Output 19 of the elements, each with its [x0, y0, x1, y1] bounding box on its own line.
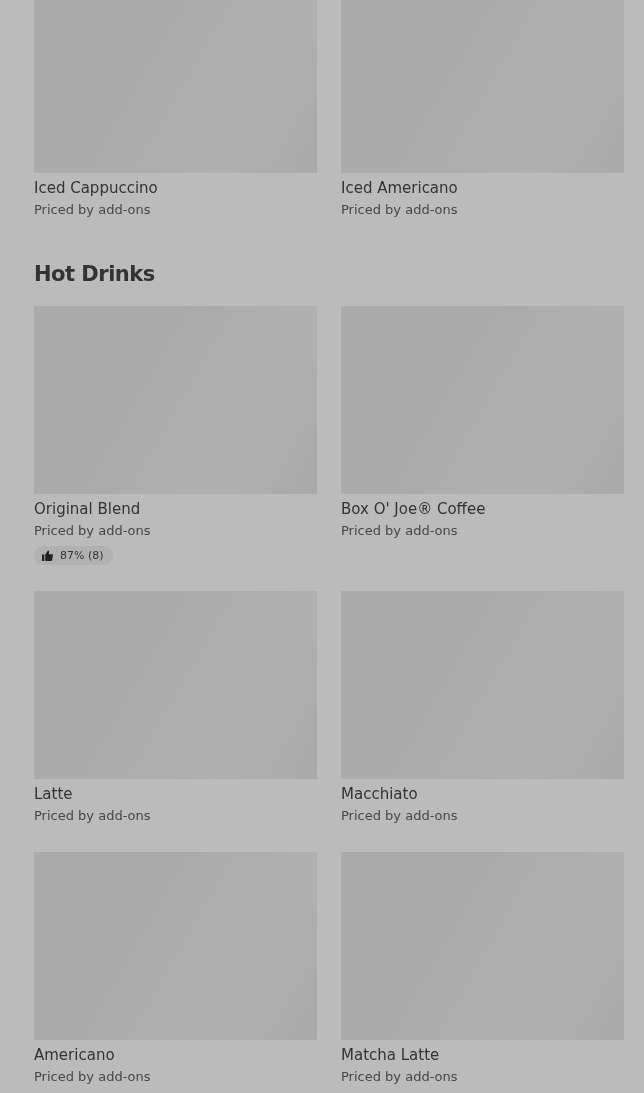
item-price: Priced by add-ons [34, 201, 151, 219]
item-name: Macchiato [341, 784, 418, 804]
section-heading: Hot Drinks [34, 261, 156, 288]
item-price: Priced by add-ons [341, 201, 458, 219]
thumbs-up-icon [42, 550, 53, 561]
item-name: Latte [34, 784, 73, 804]
rating-text: 87% (8) [60, 549, 104, 562]
item-price: Priced by add-ons [34, 807, 151, 825]
item-name: Americano [34, 1045, 115, 1065]
item-name: Box O' Joe® Coffee [341, 499, 486, 519]
item-name: Matcha Latte [341, 1045, 440, 1065]
item-price: Priced by add-ons [341, 807, 458, 825]
item-price: Priced by add-ons [341, 522, 458, 540]
item-name: Iced Cappuccino [34, 178, 158, 198]
item-price: Priced by add-ons [34, 522, 151, 540]
item-name: Iced Americano [341, 178, 458, 198]
item-name: Original Blend [34, 499, 141, 519]
item-price: Priced by add-ons [341, 1068, 458, 1086]
item-price: Priced by add-ons [34, 1068, 151, 1086]
